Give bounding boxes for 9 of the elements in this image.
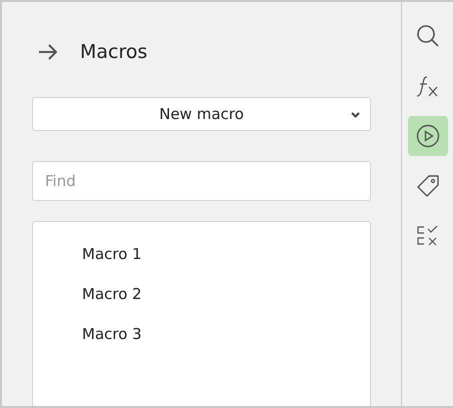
macro-item[interactable]: Macro 1 [82, 242, 142, 282]
macro-item[interactable]: Macro 3 [82, 322, 142, 362]
find-field[interactable]: Find [32, 161, 371, 201]
macro-item[interactable]: Macro 2 [82, 282, 142, 322]
right-arrow-icon[interactable] [38, 44, 58, 60]
play-icon[interactable] [408, 116, 448, 156]
caret-icon [351, 112, 360, 118]
macro-dropdown[interactable]: New macro [32, 97, 371, 131]
panel-title: Macros [80, 41, 148, 63]
